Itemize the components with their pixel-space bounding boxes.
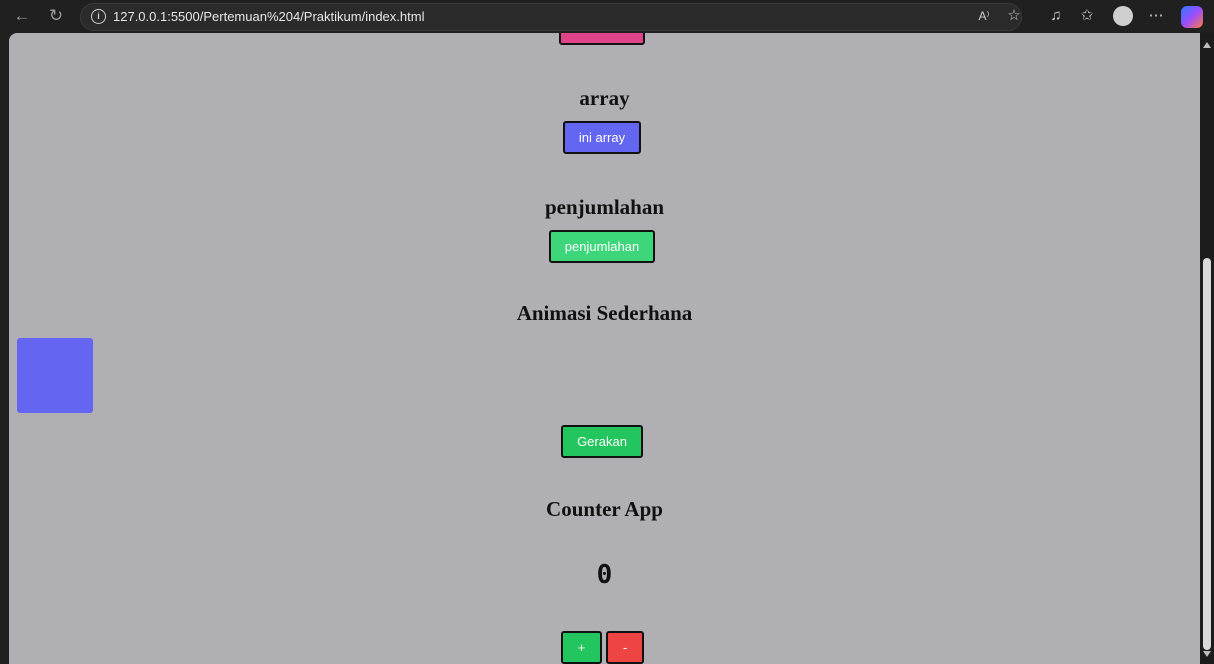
info-icon[interactable]: i	[91, 9, 106, 24]
read-aloud-icon[interactable]: A⁾	[973, 6, 995, 26]
refresh-icon[interactable]: ↻	[46, 6, 66, 26]
scroll-up-arrow-icon[interactable]	[1203, 42, 1211, 48]
counter-value: 0	[596, 560, 613, 590]
more-options-icon[interactable]: ⋯	[1145, 6, 1167, 26]
increment-button[interactable]: +	[561, 631, 602, 664]
pink-button[interactable]	[559, 33, 645, 45]
scroll-down-arrow-icon[interactable]	[1203, 651, 1211, 657]
array-heading: array	[579, 86, 630, 110]
decrement-button[interactable]: -	[606, 631, 644, 664]
scrollbar-thumb[interactable]	[1203, 258, 1211, 650]
page-viewport: array ini array penjumlahan penjumlahan …	[9, 33, 1214, 664]
animated-box	[17, 338, 93, 413]
favorites-icon[interactable]: ✩	[1076, 6, 1098, 26]
sum-button[interactable]: penjumlahan	[549, 230, 655, 263]
profile-avatar-icon[interactable]	[1113, 6, 1133, 26]
counter-heading: Counter App	[546, 497, 663, 521]
copilot-icon[interactable]	[1181, 6, 1203, 28]
extensions-icon[interactable]: ♫	[1045, 6, 1067, 26]
move-button[interactable]: Gerakan	[561, 425, 643, 458]
animation-heading: Animasi Sederhana	[516, 301, 693, 325]
vertical-scrollbar[interactable]	[1200, 33, 1214, 664]
page-content: array ini array penjumlahan penjumlahan …	[9, 33, 1200, 664]
url-text[interactable]: 127.0.0.1:5500/Pertemuan%204/Praktikum/i…	[113, 9, 424, 24]
favorite-star-icon[interactable]: ☆	[1003, 6, 1025, 26]
back-arrow-icon[interactable]: ←	[12, 6, 32, 26]
array-button[interactable]: ini array	[563, 121, 641, 154]
sum-heading: penjumlahan	[544, 195, 665, 219]
address-bar[interactable]: i 127.0.0.1:5500/Pertemuan%204/Praktikum…	[80, 3, 1022, 31]
browser-toolbar: ← ↻ i 127.0.0.1:5500/Pertemuan%204/Prakt…	[0, 0, 1214, 33]
